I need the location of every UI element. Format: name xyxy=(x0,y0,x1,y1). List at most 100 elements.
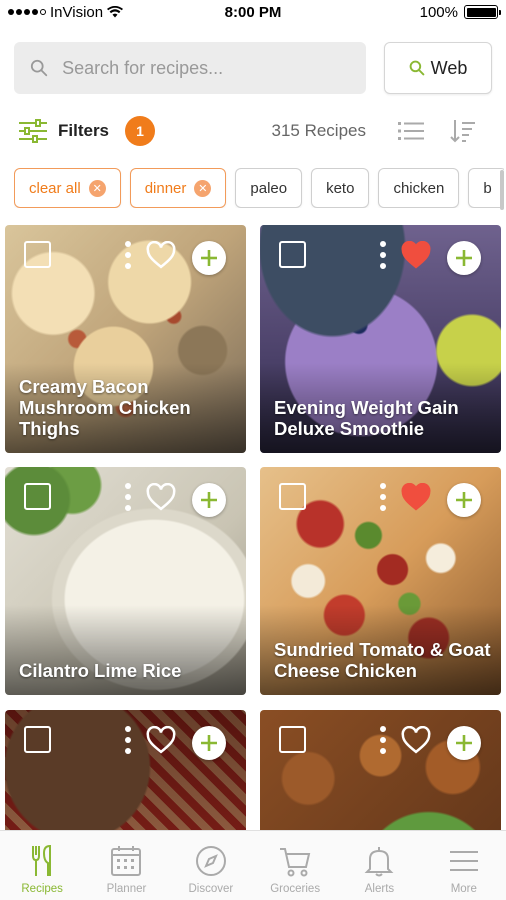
filters-button[interactable]: Filters 1 xyxy=(18,116,156,146)
select-checkbox[interactable] xyxy=(279,726,306,753)
add-button[interactable] xyxy=(447,241,481,275)
chip-paleo[interactable]: paleo xyxy=(235,168,303,208)
sliders-icon xyxy=(19,119,47,143)
battery-percent: 100% xyxy=(419,3,458,21)
recipe-card[interactable]: Evening Weight Gain Deluxe Smoothie xyxy=(260,225,501,453)
search-input[interactable] xyxy=(62,57,366,79)
filter-row: Filters 1 315 Recipes xyxy=(18,114,476,148)
tab-groceries[interactable]: Groceries xyxy=(253,831,337,900)
more-options-icon[interactable] xyxy=(124,241,132,269)
filters-label: Filters xyxy=(58,121,110,140)
more-options-icon[interactable] xyxy=(124,483,132,511)
tab-alerts[interactable]: Alerts xyxy=(337,831,421,900)
search-icon xyxy=(409,60,425,76)
chip-label: keto xyxy=(326,179,355,197)
heart-icon[interactable] xyxy=(146,483,176,511)
web-search-button[interactable]: Web xyxy=(384,42,492,94)
tab-label: More xyxy=(450,883,477,895)
tab-label: Recipes xyxy=(21,883,63,895)
tab-label: Discover xyxy=(188,883,234,895)
tab-label: Groceries xyxy=(270,883,321,895)
more-options-icon[interactable] xyxy=(379,241,387,269)
fork-knife-icon xyxy=(32,844,52,876)
heart-icon[interactable] xyxy=(146,241,176,269)
plus-icon xyxy=(456,492,472,508)
tab-more[interactable]: More xyxy=(422,831,506,900)
chip-partial[interactable]: b xyxy=(468,168,504,208)
tab-planner[interactable]: Planner xyxy=(84,831,168,900)
search-icon xyxy=(30,59,48,77)
add-button[interactable] xyxy=(192,241,226,275)
battery-info: 100% xyxy=(419,3,501,21)
add-button[interactable] xyxy=(447,483,481,517)
recipe-card[interactable]: Creamy Bacon Mushroom Chicken Thighs xyxy=(5,225,246,453)
tab-recipes[interactable]: Recipes xyxy=(0,831,84,900)
select-checkbox[interactable] xyxy=(24,726,51,753)
heart-filled-icon[interactable] xyxy=(401,483,431,511)
tab-label: Planner xyxy=(106,883,147,895)
add-button[interactable] xyxy=(192,483,226,517)
chip-dinner[interactable]: dinner ✕ xyxy=(129,168,227,208)
more-options-icon[interactable] xyxy=(124,726,132,754)
calendar-icon xyxy=(111,846,142,876)
cart-icon xyxy=(280,848,311,877)
search-box[interactable] xyxy=(14,42,366,94)
filter-count-badge: 1 xyxy=(125,116,156,146)
more-options-icon[interactable] xyxy=(379,726,387,754)
recipe-title: Cilantro Lime Rice xyxy=(19,660,182,681)
add-button[interactable] xyxy=(192,726,226,760)
plus-icon xyxy=(456,735,472,751)
chip-label: paleo xyxy=(250,179,288,197)
recipe-card[interactable] xyxy=(5,710,246,830)
more-options-icon[interactable] xyxy=(379,483,387,511)
bottom-tab-bar: Recipes Planner Discover Groceries Alert… xyxy=(0,830,506,900)
remove-icon[interactable]: ✕ xyxy=(194,179,212,197)
plus-icon xyxy=(456,250,472,266)
bell-icon xyxy=(365,847,394,877)
select-checkbox[interactable] xyxy=(279,241,306,268)
plus-icon xyxy=(201,250,217,266)
chip-chicken[interactable]: chicken xyxy=(378,168,460,208)
plus-icon xyxy=(201,492,217,508)
chip-label: dinner xyxy=(144,179,187,197)
select-checkbox[interactable] xyxy=(24,483,51,510)
add-button[interactable] xyxy=(447,726,481,760)
web-search-label: Web xyxy=(430,57,468,78)
chip-label: b xyxy=(483,179,492,197)
recipe-card[interactable] xyxy=(260,710,501,830)
carrier-info: InVision xyxy=(8,3,124,21)
recipe-title: Sundried Tomato & Goat Cheese Chicken xyxy=(274,639,491,681)
select-checkbox[interactable] xyxy=(279,483,306,510)
heart-icon[interactable] xyxy=(146,726,176,754)
plus-icon xyxy=(201,735,217,751)
recipe-card[interactable]: Sundried Tomato & Goat Cheese Chicken xyxy=(260,467,501,695)
recipe-card[interactable]: Cilantro Lime Rice xyxy=(5,467,246,695)
heart-filled-icon[interactable] xyxy=(401,241,431,269)
chip-label: chicken xyxy=(393,179,445,197)
recipe-title: Creamy Bacon Mushroom Chicken Thighs xyxy=(19,376,191,439)
battery-icon xyxy=(464,5,501,19)
view-options xyxy=(398,119,476,143)
carrier-name: InVision xyxy=(50,3,104,21)
list-view-icon[interactable] xyxy=(398,121,424,141)
tab-discover[interactable]: Discover xyxy=(169,831,253,900)
chip-label: clear all xyxy=(29,179,81,197)
status-bar: InVision 8:00 PM 100% xyxy=(0,0,506,24)
scrollbar[interactable] xyxy=(500,170,504,210)
menu-icon xyxy=(449,851,478,871)
sort-icon[interactable] xyxy=(450,119,476,143)
wifi-icon xyxy=(107,6,124,18)
recipe-count: 315 Recipes xyxy=(271,121,366,140)
chip-keto[interactable]: keto xyxy=(311,168,370,208)
search-row: Web xyxy=(14,42,492,94)
compass-icon xyxy=(195,846,226,876)
signal-strength-icon xyxy=(8,9,46,15)
remove-icon[interactable]: ✕ xyxy=(88,179,106,197)
filter-chips: clear all ✕ dinner ✕ paleo keto chicken … xyxy=(14,168,504,208)
recipe-title: Evening Weight Gain Deluxe Smoothie xyxy=(274,397,459,439)
recipe-grid: Creamy Bacon Mushroom Chicken Thighs Eve… xyxy=(5,225,501,830)
heart-icon[interactable] xyxy=(401,726,431,754)
tab-label: Alerts xyxy=(364,883,395,895)
chip-clear-all[interactable]: clear all ✕ xyxy=(14,168,121,208)
select-checkbox[interactable] xyxy=(24,241,51,268)
